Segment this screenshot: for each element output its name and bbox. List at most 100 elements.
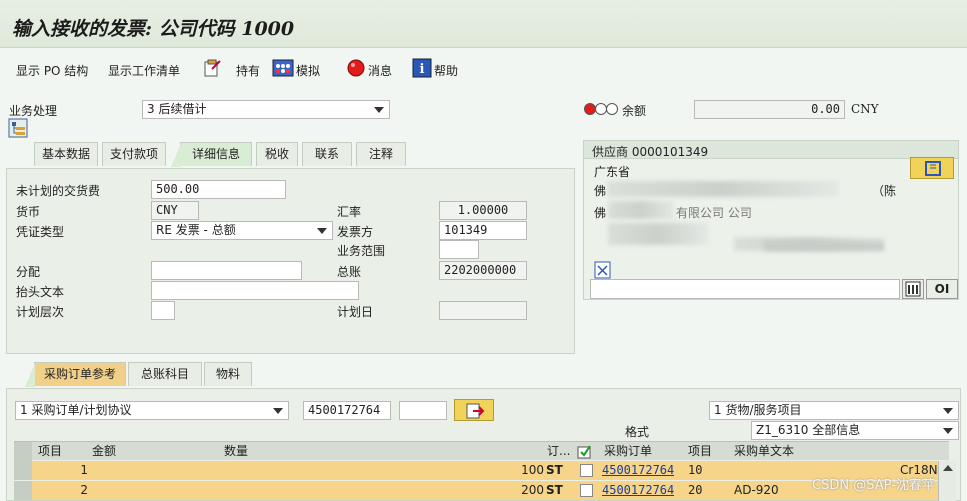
balance-label: 余额: [622, 104, 647, 118]
po-item-input[interactable]: [399, 401, 447, 420]
svg-text:i: i: [420, 62, 425, 77]
row-po-link[interactable]: 4500172764: [602, 481, 674, 500]
redacted-block: [608, 201, 674, 219]
col-po[interactable]: 采购订单: [604, 442, 652, 461]
show-po-structure-button[interactable]: 显示 PO 结构: [16, 62, 88, 79]
business-area-input[interactable]: [439, 240, 479, 259]
invoicing-party-input[interactable]: 101349: [439, 221, 527, 240]
tab-payment[interactable]: 支付款项: [102, 142, 166, 166]
row-po-text: [734, 461, 814, 480]
doc-type-label: 凭证类型: [16, 225, 65, 239]
details-panel: 未计划的交货费 500.00 货币 CNY 汇率 1.00000 凭证类型 RE…: [6, 168, 575, 354]
invoicing-party-value: 101349: [444, 223, 488, 237]
tab-details[interactable]: 详细信息: [171, 142, 252, 167]
gl-account-value: 2202000000: [444, 263, 517, 277]
tab-notes[interactable]: 注释: [356, 142, 406, 166]
row-qty[interactable]: 200: [224, 481, 544, 500]
oi-button[interactable]: OI: [926, 279, 958, 299]
vendor-header: 供应商 0000101349: [584, 141, 958, 159]
vendor-detail-icon: [925, 161, 941, 176]
row-selector-header[interactable]: [14, 442, 32, 461]
col-item[interactable]: 项目: [38, 442, 62, 461]
transfer-icon: [466, 403, 485, 419]
document-icon[interactable]: [594, 261, 612, 279]
title-bar: 输入接收的发票: 公司代码 1000: [0, 0, 967, 48]
simulate-button[interactable]: 模拟: [296, 62, 320, 79]
window-title: 输入接收的发票: 公司代码 1000: [12, 18, 295, 40]
row-po-link[interactable]: 4500172764: [602, 461, 674, 480]
show-worklist-button[interactable]: 显示工作清单: [108, 62, 180, 79]
currency-label: 货币: [16, 205, 41, 219]
po-number-value: 4500172764: [308, 403, 381, 417]
row-selector[interactable]: [14, 461, 32, 480]
document-edit-icon[interactable]: [202, 58, 222, 78]
ref-type-value: 1 采购订单/计划协议: [20, 403, 132, 417]
row-amount[interactable]: [92, 481, 212, 500]
header-text-input[interactable]: [151, 281, 359, 300]
grid-scrollbar[interactable]: [938, 461, 956, 501]
item-type-value: 1 货物/服务项目: [714, 403, 802, 417]
table-row[interactable]: 2 200 ST 4500172764 20 AD-920: [14, 481, 949, 500]
help-button[interactable]: 帮助: [434, 62, 458, 79]
planning-level-input[interactable]: [151, 301, 175, 320]
tab-po-reference[interactable]: 采购订单参考: [25, 362, 126, 387]
balance-field: 0.00: [694, 100, 845, 119]
transaction-value: 3 后续借计: [147, 102, 207, 116]
currency-value: CNY: [156, 203, 178, 217]
transaction-select[interactable]: 3 后续借计: [142, 100, 390, 119]
vendor-detail-button[interactable]: [910, 157, 954, 179]
exchange-rate-field: 1.00000: [439, 201, 527, 220]
row-checkbox[interactable]: [580, 464, 593, 477]
col-amount[interactable]: 金额: [92, 442, 116, 461]
tab-tax[interactable]: 税收: [256, 142, 298, 166]
tab-contact[interactable]: 联系: [302, 142, 352, 166]
tab-material[interactable]: 物料: [204, 362, 252, 386]
ref-type-select[interactable]: 1 采购订单/计划协议: [15, 401, 289, 420]
vendor-line3-prefix: 佛: [594, 206, 607, 220]
layout-label: 格式: [625, 425, 650, 439]
col-order-unit[interactable]: 订...: [547, 442, 570, 461]
col-po-item[interactable]: 项目: [688, 442, 712, 461]
col-quantity[interactable]: 数量: [224, 442, 248, 461]
exchange-rate-value: 1.00000: [457, 203, 509, 217]
layout-value: Z1_6310 全部信息: [756, 423, 861, 437]
unplanned-cost-input[interactable]: 500.00: [151, 180, 286, 199]
unplanned-cost-label: 未计划的交货费: [16, 184, 101, 198]
messages-button[interactable]: 消息: [368, 62, 392, 79]
row-amount[interactable]: [92, 461, 212, 480]
row-checkbox[interactable]: [580, 484, 593, 497]
doc-type-value: RE 发票 - 总额: [156, 223, 236, 237]
ref-tab-strip: 采购订单参考 总账科目 物料: [6, 362, 956, 388]
calculator-icon[interactable]: [902, 279, 924, 299]
hold-button[interactable]: 持有: [236, 62, 260, 79]
row-unit: ST: [546, 483, 563, 497]
transfer-button[interactable]: [454, 399, 494, 421]
scroll-up-icon[interactable]: [939, 461, 957, 475]
invoicing-party-label: 发票方: [337, 225, 374, 239]
vendor-panel: 供应商 0000101349 广东省 佛 （陈 佛 有限公司 公司 OI: [583, 140, 959, 300]
po-number-input[interactable]: 4500172764: [303, 401, 391, 420]
vendor-line3-mid: 有限公司 公司: [676, 206, 752, 220]
item-type-select[interactable]: 1 货物/服务项目: [709, 401, 959, 420]
vendor-note-input[interactable]: [590, 279, 900, 299]
simulate-icon: [272, 58, 294, 78]
header-text-label: 抬头文本: [16, 285, 65, 299]
tab-basic-data[interactable]: 基本数据: [34, 142, 98, 166]
check-filter-icon[interactable]: [576, 442, 596, 461]
tree-icon[interactable]: [8, 118, 28, 138]
tab-gl-account[interactable]: 总账科目: [128, 362, 202, 386]
table-row[interactable]: 1 100 ST 4500172764 10 Cr18N: [14, 461, 949, 480]
unplanned-cost-value: 500.00: [156, 182, 200, 196]
vendor-title: 供应商 0000101349: [592, 145, 709, 159]
redacted-block: [608, 223, 708, 245]
planning-level-label: 计划层次: [16, 305, 65, 319]
doc-type-select[interactable]: RE 发票 - 总额: [151, 221, 333, 240]
col-po-text[interactable]: 采购单文本: [734, 442, 794, 461]
planning-date-field: [439, 301, 527, 320]
row-qty[interactable]: 100: [224, 461, 544, 480]
row-unit: ST: [546, 463, 563, 477]
message-icon: [346, 58, 366, 78]
layout-select[interactable]: Z1_6310 全部信息: [751, 421, 959, 440]
assignment-input[interactable]: [151, 261, 302, 280]
row-selector[interactable]: [14, 481, 32, 500]
